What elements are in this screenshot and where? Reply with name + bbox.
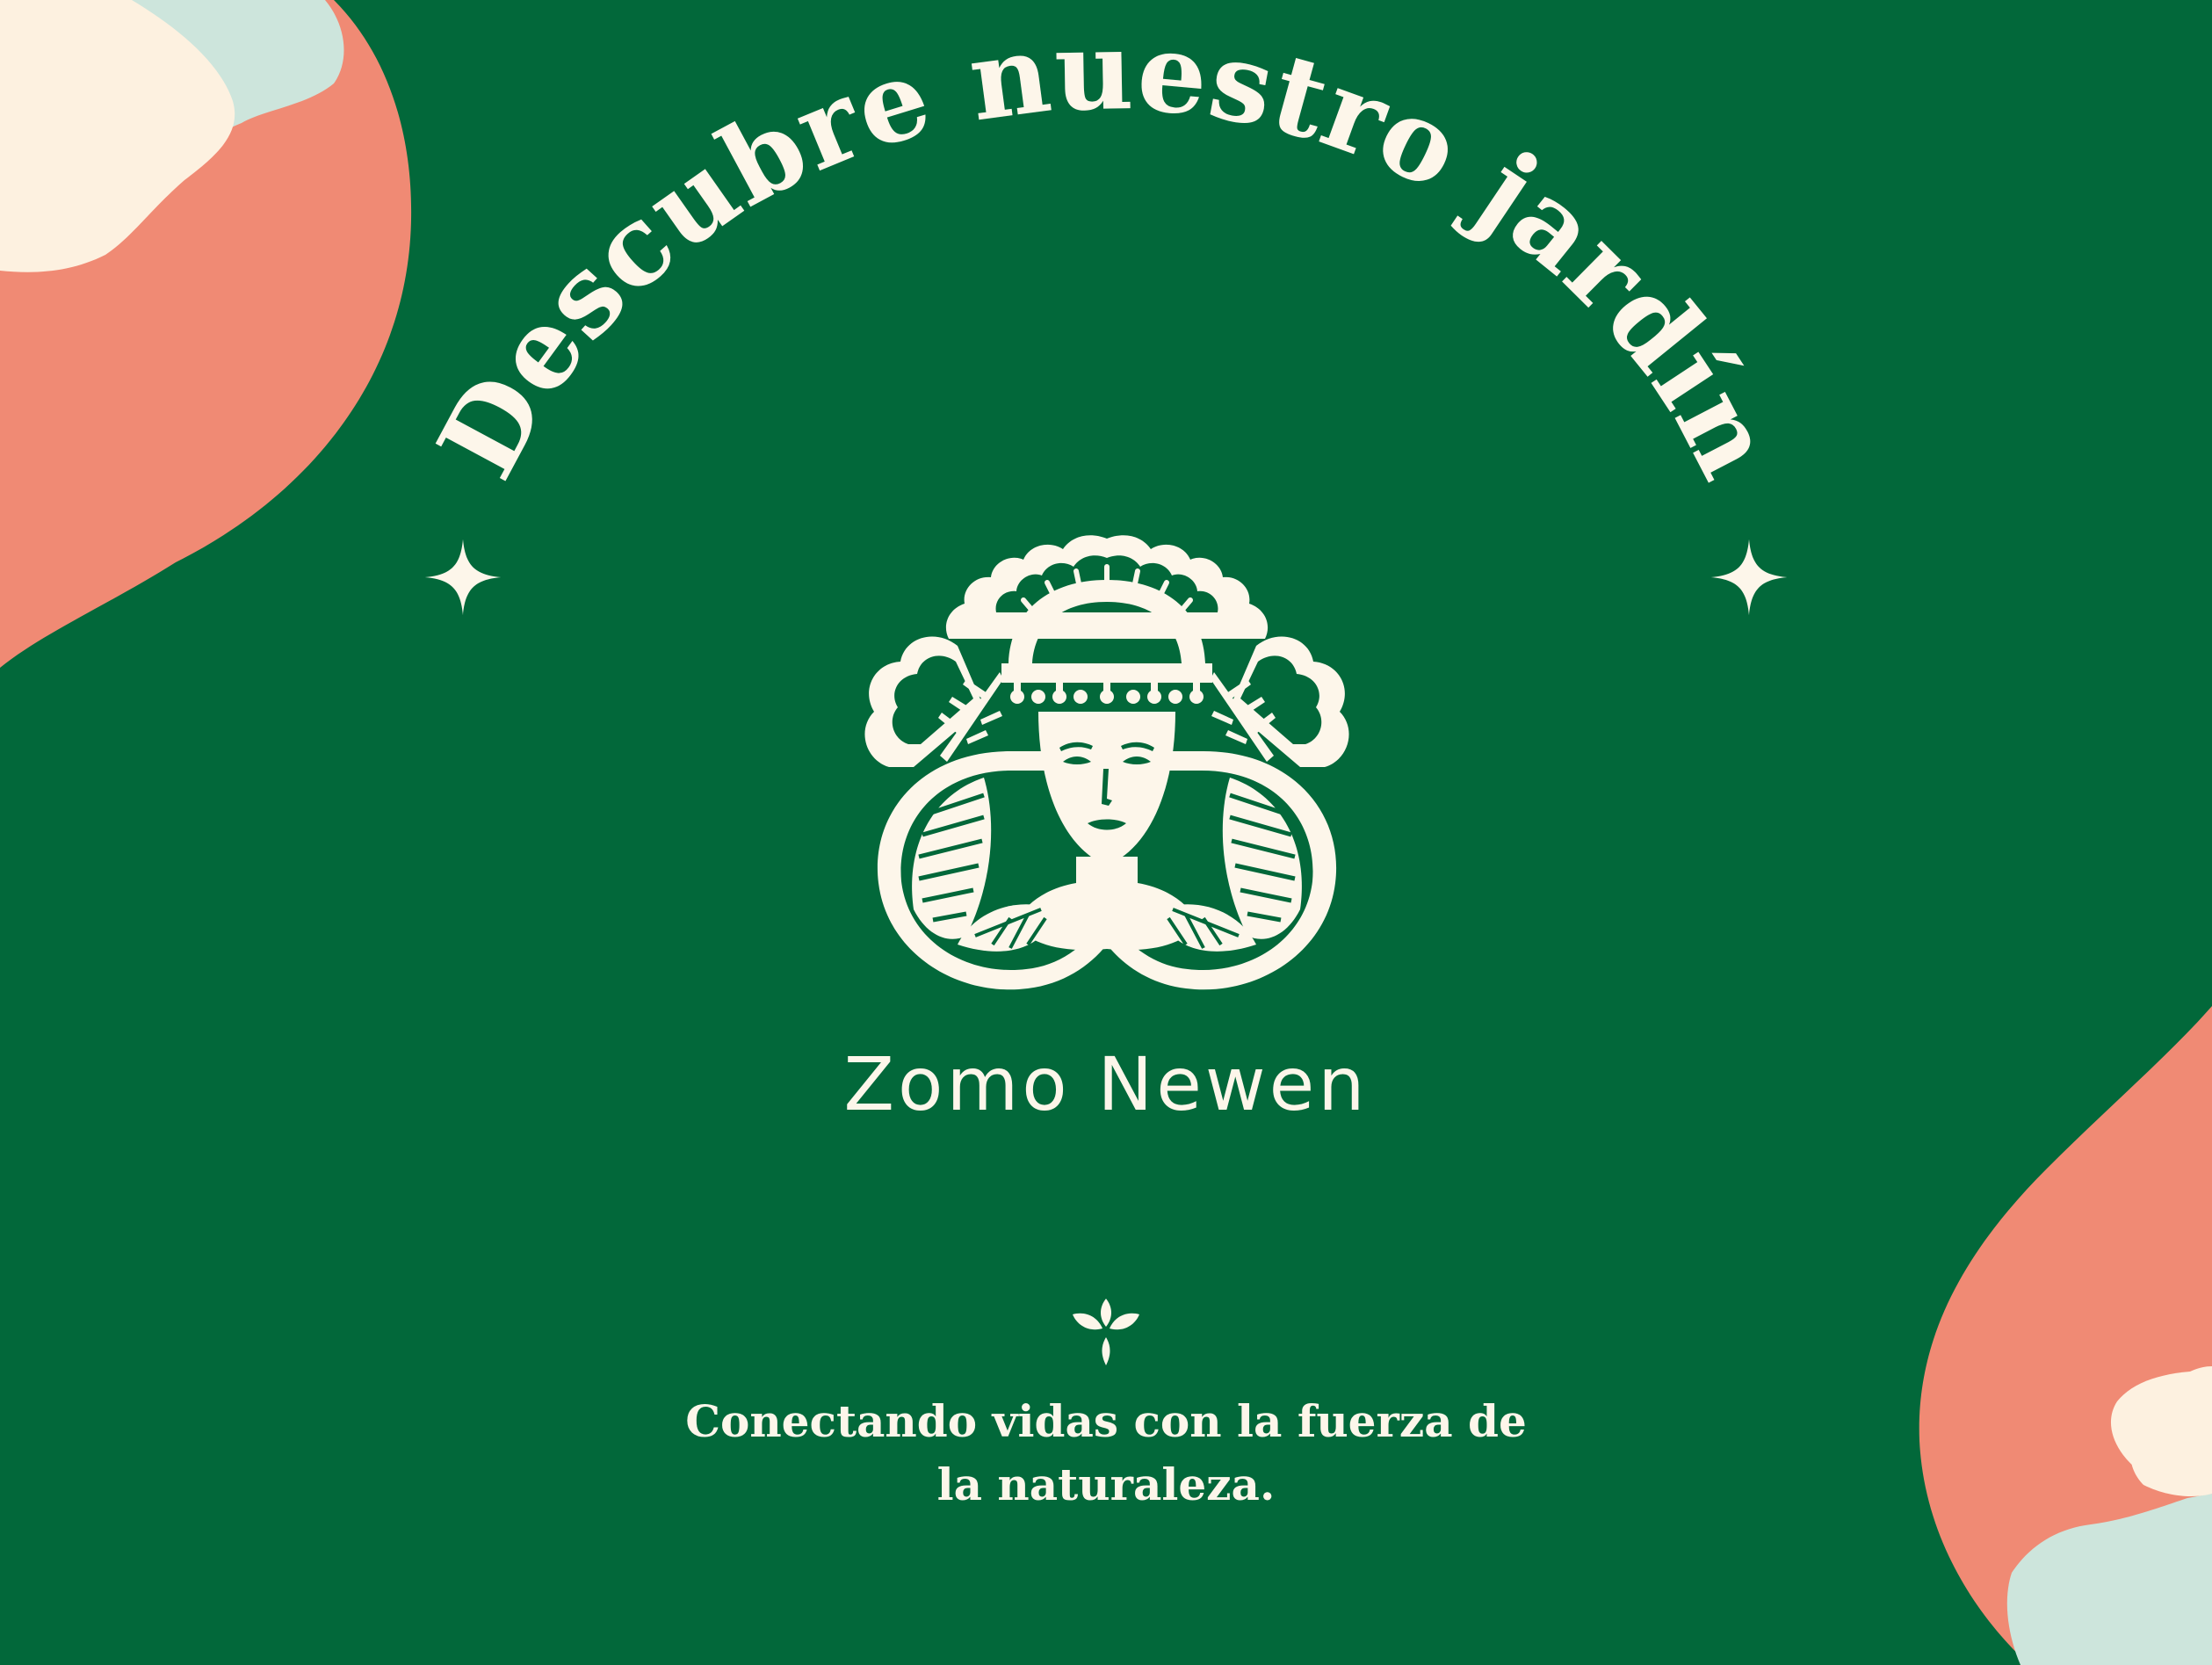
headline: Descubre nuestro jardín <box>414 7 1798 498</box>
tagline-line-1: Conectando vidas con la fuerza de <box>685 1395 1527 1447</box>
poster: Descubre nuestro jardín Zomo Newen Conec… <box>0 0 2212 1665</box>
woman-face-leaves-logo <box>864 535 1349 990</box>
tagline-line-2: la naturaleza. <box>936 1459 1276 1510</box>
sparkle-icon <box>424 539 502 616</box>
svg-text:Descubre nuestro jardín: Descubre nuestro jardín <box>414 7 1799 498</box>
brand-name: Zomo Newen <box>843 1041 1369 1127</box>
tagline: Conectando vidas con la fuerza de la nat… <box>0 1390 2212 1517</box>
sparkle-icon <box>1710 539 1788 616</box>
leaf-flourish-icon <box>1073 1299 1139 1365</box>
